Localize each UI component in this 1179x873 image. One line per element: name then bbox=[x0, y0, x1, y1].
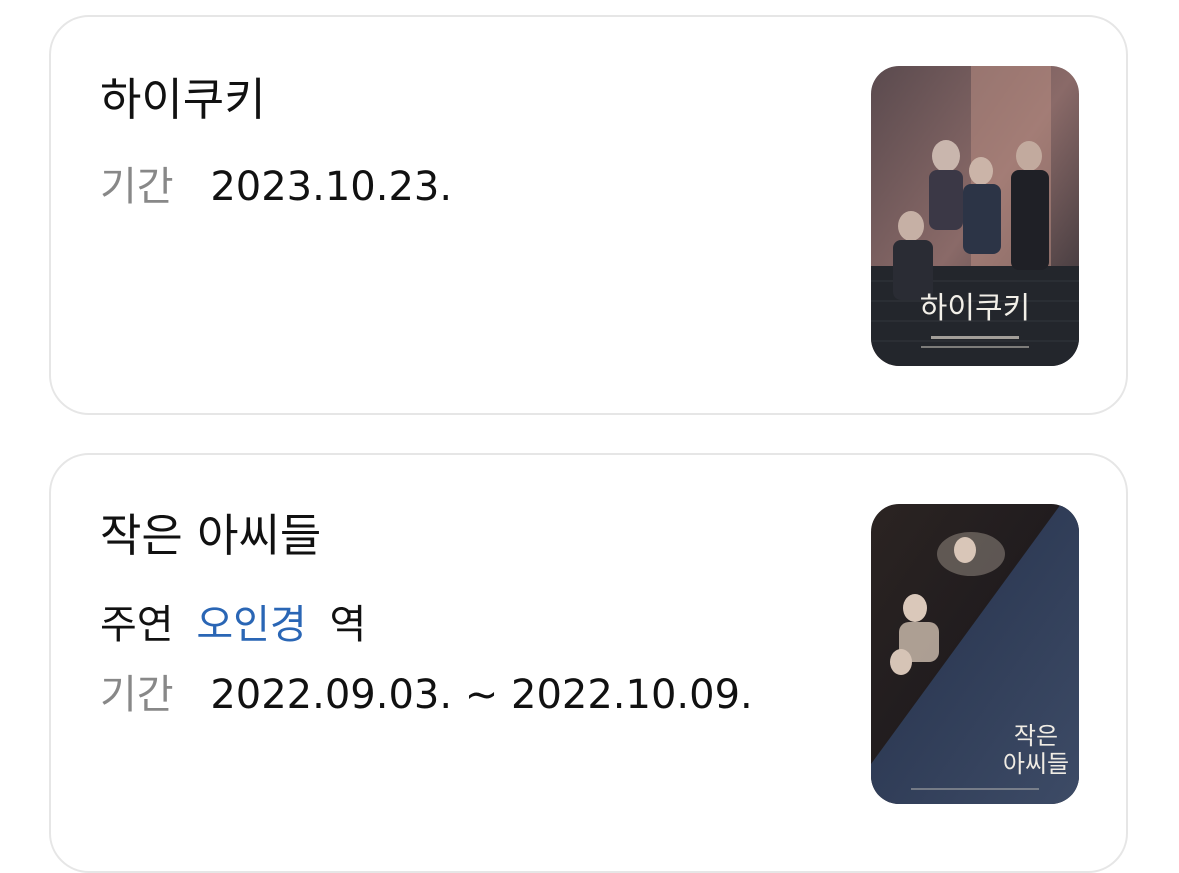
cast-row: 주연 오인경 역 bbox=[100, 605, 366, 645]
period-value: 2022.09.03. ~ 2022.10.09. bbox=[210, 672, 753, 718]
drama-card[interactable]: 하이쿠키 기간 2023.10.23. 하이쿠키 bbox=[49, 15, 1128, 415]
period-row: 기간 2023.10.23. bbox=[100, 167, 452, 207]
poster-image: 하이쿠키 bbox=[871, 66, 1079, 366]
poster-image: 작은 아씨들 bbox=[871, 504, 1079, 804]
poster-title-line1: 작은 bbox=[1014, 722, 1058, 750]
cast-label: 주연 bbox=[100, 602, 174, 648]
drama-poster[interactable]: 하이쿠키 bbox=[871, 66, 1079, 366]
drama-title[interactable]: 하이쿠키 bbox=[100, 77, 266, 122]
period-row: 기간 2022.09.03. ~ 2022.10.09. bbox=[100, 675, 753, 715]
period-label: 기간 bbox=[100, 164, 174, 210]
cast-name-link[interactable]: 오인경 bbox=[196, 602, 306, 648]
poster-title-text: 하이쿠키 bbox=[920, 291, 1030, 326]
cast-role-suffix: 역 bbox=[329, 602, 367, 648]
poster-title-line2: 아씨들 bbox=[1003, 750, 1069, 778]
period-label: 기간 bbox=[100, 672, 174, 718]
drama-card[interactable]: 작은 아씨들 주연 오인경 역 기간 2022.09.03. ~ 2022.10… bbox=[49, 453, 1128, 873]
period-value: 2023.10.23. bbox=[210, 164, 453, 210]
drama-title[interactable]: 작은 아씨들 bbox=[100, 513, 321, 558]
drama-poster[interactable]: 작은 아씨들 bbox=[871, 504, 1079, 804]
